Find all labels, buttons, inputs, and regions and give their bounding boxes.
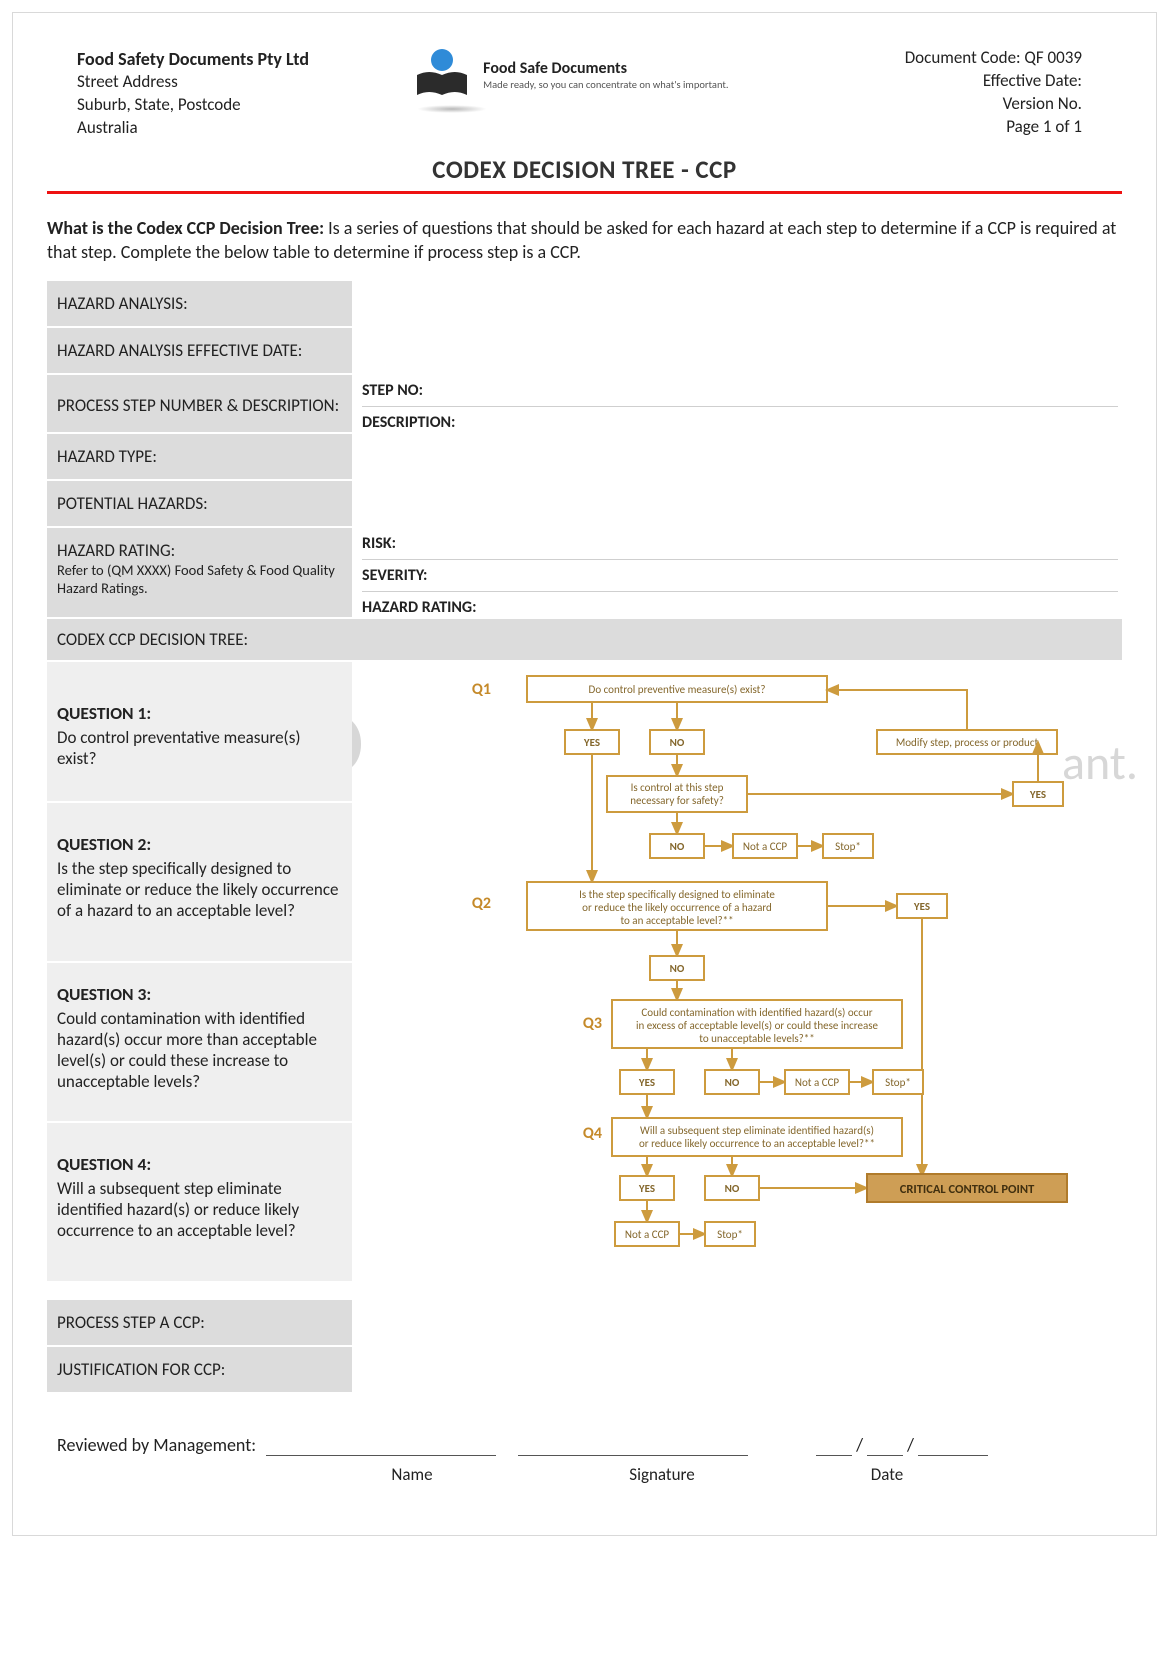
version-no: Version No. [905, 93, 1082, 116]
signature-sign-line[interactable] [518, 1434, 748, 1456]
company-street: Street Address [77, 71, 309, 94]
label-q4-text: Will a subsequent step eliminate identif… [57, 1178, 342, 1241]
intro-bold: What is the Codex CCP Decision Tree: [47, 217, 324, 239]
signature-date-line[interactable]: // [816, 1434, 988, 1456]
diagram-safety-l2: necessary for safety? [630, 794, 724, 807]
header-docinfo: Document Code: QF 0039 Effective Date: V… [905, 47, 1082, 139]
label-ha-date: HAZARD ANALYSIS EFFECTIVE DATE: [57, 340, 302, 361]
signature-name-line[interactable] [266, 1434, 496, 1456]
diagram-q3-no: NO [725, 1076, 740, 1089]
signature-date-label: Date [787, 1464, 987, 1485]
field-description[interactable]: DESCRIPTION: [362, 407, 1118, 432]
diagram-stop-2: Stop* [885, 1076, 911, 1089]
logo-tagline: Made ready, so you can concentrate on wh… [483, 78, 728, 91]
diagram-q1-box: Do control preventive measure(s) exist? [589, 683, 766, 696]
label-q3-text: Could contamination with identified haza… [57, 1008, 342, 1092]
page-title: CODEX DECISION TREE - CCP [47, 154, 1122, 185]
label-process-step: PROCESS STEP NUMBER & DESCRIPTION: [57, 395, 339, 416]
label-hazard-rating-sub: Refer to (QM XXXX) Food Safety & Food Qu… [57, 561, 342, 597]
diagram-notccp-2: Not a CCP [795, 1076, 840, 1089]
label-is-ccp: PROCESS STEP A CCP: [57, 1312, 205, 1333]
company-name: Food Safety Documents Pty Ltd [77, 47, 309, 71]
diagram-safety-l1: Is control at this step [631, 781, 724, 794]
effective-date: Effective Date: [905, 70, 1082, 93]
diagram-stop-3: Stop* [717, 1228, 743, 1241]
field-risk[interactable]: RISK: [362, 528, 1118, 560]
field-justification[interactable] [352, 1346, 1122, 1393]
field-is-ccp[interactable] [352, 1300, 1122, 1346]
title-underline [47, 191, 1122, 194]
diagram-q3-yes: YES [638, 1076, 655, 1089]
header-company-block: Food Safety Documents Pty Ltd Street Add… [77, 47, 309, 140]
diagram-q1-no: NO [670, 736, 685, 749]
field-hazard-rating[interactable]: HAZARD RATING: [362, 592, 1118, 617]
diagram-ccp: CRITICAL CONTROL POINT [900, 1182, 1035, 1197]
intro-text: What is the Codex CCP Decision Tree: Is … [47, 216, 1122, 265]
diagram-notccp-3: Not a CCP [625, 1228, 670, 1241]
diagram-q2-no: NO [670, 962, 685, 975]
signature-block: Reviewed by Management: // Name Signatur… [57, 1434, 1112, 1485]
diagram-modify: Modify step, process or product [896, 736, 1039, 749]
diagram-stop-1: Stop* [835, 840, 861, 853]
diagram-safety-yes: YES [1029, 788, 1046, 801]
label-decision-tree: CODEX CCP DECISION TREE: [57, 629, 248, 650]
diagram-notccp-1: Not a CCP [743, 840, 788, 853]
diagram-q3-label: Q3 [583, 1014, 602, 1033]
logo-icon [411, 47, 473, 103]
diagram-q3-l3: to unacceptable levels?** [699, 1032, 814, 1045]
field-hazard-analysis[interactable] [352, 281, 1122, 327]
diagram-q3-l1: Could contamination with identified haza… [641, 1006, 872, 1019]
signature-sig-label: Signature [537, 1464, 787, 1485]
label-potential-hazards: POTENTIAL HAZARDS: [57, 493, 208, 514]
label-q2-head: QUESTION 2: [57, 833, 342, 855]
label-justification: JUSTIFICATION FOR CCP: [57, 1359, 225, 1380]
diagram-safety-no: NO [670, 840, 685, 853]
field-ha-date[interactable] [352, 327, 1122, 374]
field-step-no[interactable]: STEP NO: [362, 375, 1118, 407]
label-q2-text: Is the step specifically designed to eli… [57, 858, 342, 921]
diagram-cell: Q1 Do control preventive measure(s) exis… [352, 661, 1122, 1300]
logo-name: Food Safe Documents [483, 59, 728, 78]
field-hazard-type[interactable] [352, 433, 1122, 480]
header-logo-block: Food Safe Documents Made ready, so you c… [411, 47, 728, 113]
diagram-q2-l1: Is the step specifically designed to eli… [579, 888, 775, 901]
company-suburb: Suburb, State, Postcode [77, 94, 309, 117]
diagram-q4-l2: or reduce likely occurrence to an accept… [639, 1137, 875, 1150]
diagram-q4-no: NO [725, 1182, 740, 1195]
diagram-q2-label: Q2 [472, 894, 491, 913]
signature-label: Reviewed by Management: [57, 1434, 256, 1456]
form-table: HAZARD ANALYSIS: HAZARD ANALYSIS EFFECTI… [47, 281, 1122, 1394]
diagram-q1-yes: YES [583, 736, 600, 749]
page: e Do o you c ant. Food Safety Documents … [12, 12, 1157, 1536]
diagram-q1-label: Q1 [472, 680, 491, 699]
diagram-q2-l3: to an acceptable level?** [620, 914, 733, 927]
label-hazard-analysis: HAZARD ANALYSIS: [57, 293, 188, 314]
field-potential-hazards[interactable] [352, 480, 1122, 527]
header: Food Safety Documents Pty Ltd Street Add… [77, 47, 1122, 140]
label-q1-head: QUESTION 1: [57, 702, 342, 724]
page-no: Page 1 of 1 [905, 116, 1082, 139]
label-q1-text: Do control preventative measure(s) exist… [57, 727, 342, 769]
label-hazard-type: HAZARD TYPE: [57, 446, 157, 467]
diagram-q3-l2: in excess of acceptable level(s) or coul… [636, 1019, 879, 1032]
diagram-q2-yes: YES [913, 900, 930, 913]
field-severity[interactable]: SEVERITY: [362, 560, 1118, 592]
label-q4-head: QUESTION 4: [57, 1153, 342, 1175]
diagram-q4-label: Q4 [583, 1124, 602, 1143]
diagram-q4-yes: YES [638, 1182, 655, 1195]
decision-tree-diagram: Q1 Do control preventive measure(s) exis… [356, 670, 1118, 1280]
label-q3-head: QUESTION 3: [57, 983, 342, 1005]
company-country: Australia [77, 117, 309, 140]
logo-shadow [417, 105, 487, 113]
diagram-q2-l2: or reduce the likely occurrence of a haz… [582, 901, 772, 914]
document-code: Document Code: QF 0039 [905, 47, 1082, 70]
label-hazard-rating: HAZARD RATING: [57, 540, 342, 561]
diagram-q4-l1: Will a subsequent step eliminate identif… [640, 1124, 874, 1137]
signature-name-label: Name [287, 1464, 537, 1485]
